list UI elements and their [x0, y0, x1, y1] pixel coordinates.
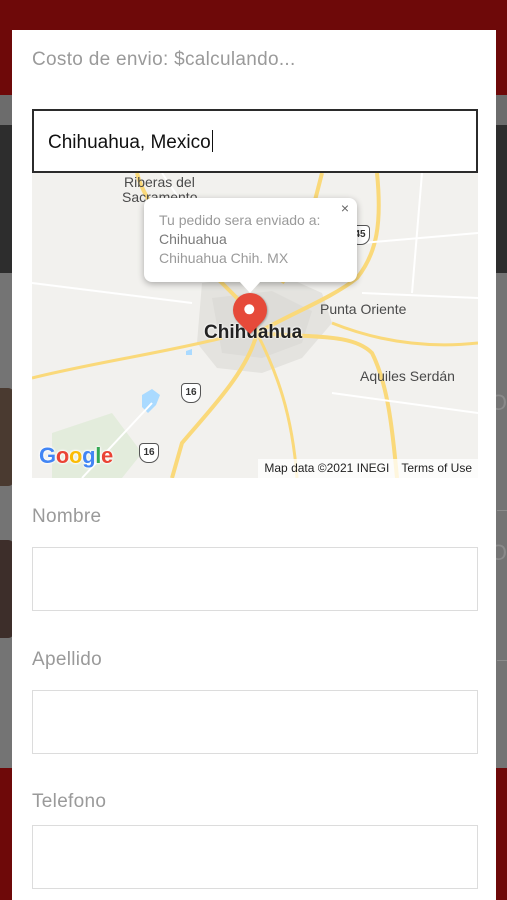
background-divider	[497, 510, 507, 511]
checkout-modal: Costo de envio: $calculando... Chihuahua…	[12, 30, 496, 900]
terms-of-use-link[interactable]: Terms of Use	[401, 461, 472, 475]
nombre-label: Nombre	[32, 506, 102, 527]
text-caret	[211, 130, 214, 152]
info-window-region: Chihuahua Chih. MX	[159, 250, 289, 266]
info-window-city: Chihuahua	[159, 231, 227, 247]
highway-shield-icon: 16	[181, 383, 201, 403]
shipping-cost-text: Costo de envio: $calculando...	[32, 49, 296, 70]
telefono-input[interactable]	[32, 825, 478, 889]
google-logo: Google	[39, 443, 113, 468]
map-view[interactable]: Riberas del Sacramento Punta Oriente Aqu…	[32, 173, 478, 478]
highway-shield-icon: 16	[139, 443, 159, 463]
apellido-label: Apellido	[32, 649, 103, 670]
background-divider	[497, 660, 507, 661]
map-info-window: × Tu pedido sera enviado a: Chihuahua Ch…	[144, 198, 357, 293]
map-label-riberas: Riberas del	[124, 174, 195, 190]
close-icon[interactable]: ×	[341, 200, 349, 216]
nombre-input[interactable]	[32, 547, 478, 611]
pin-dot	[242, 302, 257, 317]
info-window-heading: Tu pedido sera enviado a:	[159, 212, 321, 228]
address-value: Chihuahua, Mexico	[48, 130, 214, 154]
telefono-label: Telefono	[32, 791, 107, 812]
map-data-credit: Map data ©2021 INEGI	[264, 461, 390, 475]
map-attribution: Map data ©2021 INEGI Terms of Use	[258, 459, 478, 478]
map-label-aquiles-serdan: Aquiles Serdán	[360, 368, 455, 384]
apellido-input[interactable]	[32, 690, 478, 754]
map-label-punta-oriente: Punta Oriente	[320, 301, 407, 317]
